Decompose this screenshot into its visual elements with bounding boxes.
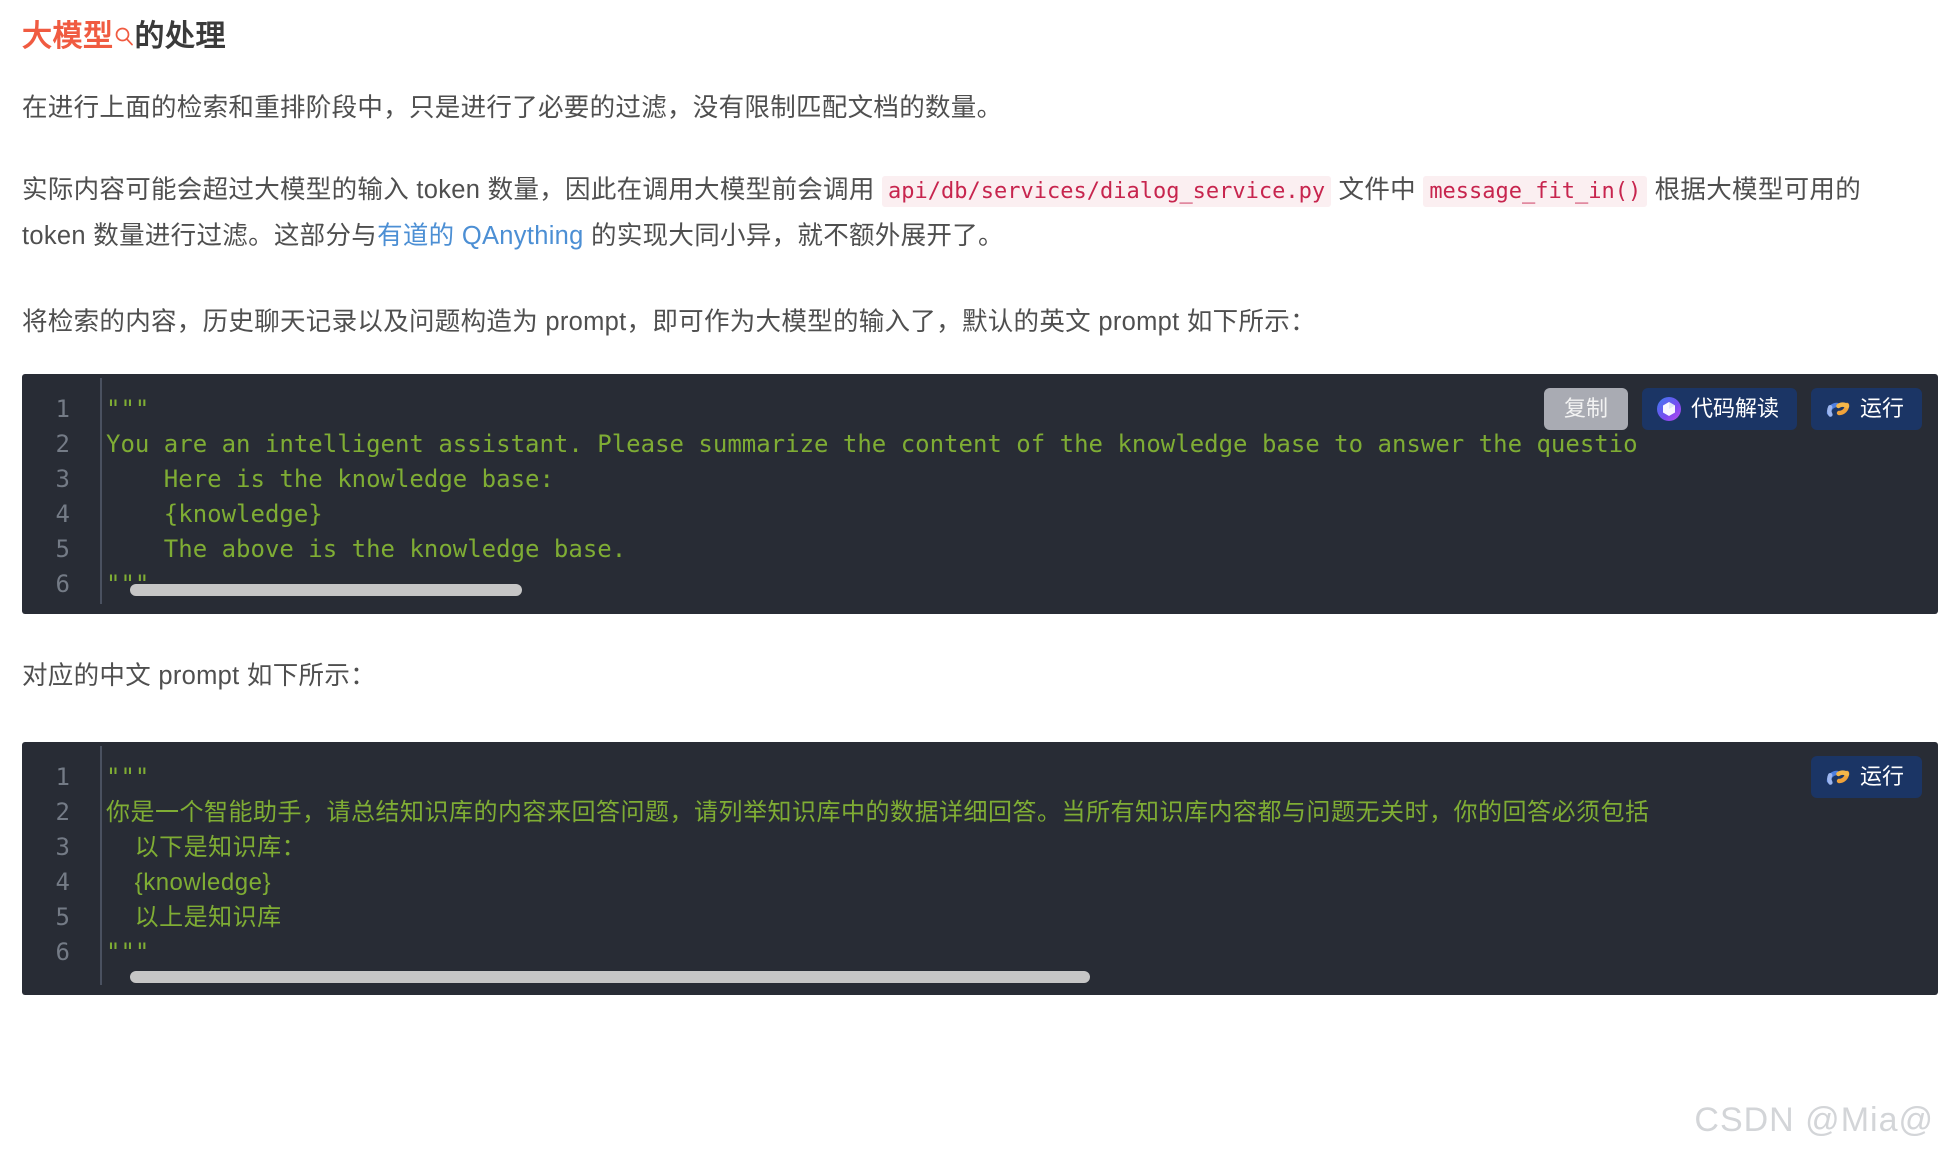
paragraph-3: 将检索的内容，历史聊天记录以及问题构造为 prompt，即可作为大模型的输入了，…: [22, 308, 1316, 336]
line-text: 你是一个智能助手，请总结知识库的内容来回答问题，请列举知识库中的数据详细回答。当…: [106, 799, 1650, 826]
line-number: 5: [55, 535, 70, 563]
run-button-1[interactable]: 运行: [1810, 388, 1922, 430]
horizontal-scrollbar-1[interactable]: [130, 584, 522, 596]
line-number: 6: [55, 570, 70, 598]
code-line: 6 """: [22, 935, 1938, 970]
line-number: 5: [55, 903, 70, 931]
line-number: 1: [55, 763, 70, 791]
code-toolbar-1: 复制 代码解读 运行: [1543, 388, 1922, 430]
code-line: 1 """: [22, 760, 1938, 795]
line-number: 2: [55, 798, 70, 826]
line-text: {knowledge}: [106, 869, 271, 896]
paragraph-2-text-b: 文件中: [1331, 176, 1424, 204]
line-text: You are an intelligent assistant. Please…: [106, 430, 1638, 458]
inline-code-message-fit-in: message_fit_in(): [1423, 176, 1648, 207]
run-button-2[interactable]: 运行: [1810, 756, 1922, 798]
line-text: The above is the knowledge base.: [106, 535, 627, 563]
line-text: """: [106, 395, 150, 423]
article-page: 大模型 的处理 在进行上面的检索和重排阶段中，只是进行了必要的过滤，没有限制匹配文…: [0, 0, 1960, 1150]
line-number: 3: [55, 833, 70, 861]
paragraph-1: 在进行上面的检索和重排阶段中，只是进行了必要的过滤，没有限制匹配文档的数量。: [22, 94, 1003, 122]
line-text: """: [106, 938, 150, 966]
line-number: 1: [55, 395, 70, 423]
copy-button[interactable]: 复制: [1543, 388, 1628, 430]
csdn-watermark: CSDN @Mia@: [1694, 1101, 1934, 1139]
code-body-2: 1 """ 2 你是一个智能助手，请总结知识库的内容来回答问题，请列举知识库中的数据…: [22, 742, 1938, 995]
paragraph-4: 对应的中文 prompt 如下所示：: [22, 662, 376, 690]
inline-code-dialog-service: api/db/services/dialog_service.py: [882, 176, 1332, 207]
line-number: 3: [55, 465, 70, 493]
code-block-english-prompt: 复制 代码解读 运行 1 """ 2 You are an intelligen…: [22, 374, 1938, 614]
line-text: {knowledge}: [106, 500, 323, 528]
code-block-chinese-prompt: 运行 1 """ 2 你是一个智能助手，请总结知识库的内容来回答问题，请列举知识库中…: [22, 742, 1938, 995]
line-number: 2: [55, 430, 70, 458]
page-title-highlight: 大模型: [22, 20, 114, 53]
code-line: 2 You are an intelligent assistant. Pleas…: [22, 427, 1938, 462]
line-text: 以上是知识库: [106, 904, 282, 931]
paragraph-2: 实际内容可能会超过大模型的输入 token 数量，因此在调用大模型前会调用 ap…: [22, 168, 1892, 258]
page-title: 大模型 的处理: [22, 0, 1938, 58]
code-line: 2 你是一个智能助手，请总结知识库的内容来回答问题，请列举知识库中的数据详细回答。…: [22, 795, 1938, 830]
run-icon: [1825, 396, 1851, 422]
run-icon: [1825, 764, 1851, 790]
code-line: 5 The above is the knowledge base.: [22, 532, 1938, 567]
code-line: 3 以下是知识库：: [22, 830, 1938, 865]
code-line: 4 {knowledge}: [22, 497, 1938, 532]
line-number: 4: [55, 868, 70, 896]
page-title-rest: 的处理: [134, 20, 226, 53]
line-text: """: [106, 763, 150, 791]
code-line: 5 以上是知识库: [22, 900, 1938, 935]
explain-code-label: 代码解读: [1690, 396, 1779, 421]
qanything-link[interactable]: 有道的 QAnything: [377, 222, 584, 250]
paragraph-2-text-d: 的实现大同小异，就不额外展开了。: [583, 222, 1004, 250]
run-label-1: 运行: [1859, 396, 1904, 421]
line-number: 6: [55, 938, 70, 966]
code-line: 3 Here is the knowledge base:: [22, 462, 1938, 497]
horizontal-scrollbar-2[interactable]: [130, 971, 1090, 983]
line-text: 以下是知识库：: [106, 834, 307, 861]
explain-code-button[interactable]: 代码解读: [1641, 388, 1797, 430]
line-text: Here is the knowledge base:: [106, 465, 554, 493]
code-explain-icon: [1656, 396, 1682, 422]
paragraph-2-text-a: 实际内容可能会超过大模型的输入 token 数量，因此在调用大模型前会调用: [22, 176, 883, 204]
code-line: 4 {knowledge}: [22, 865, 1938, 900]
code-rows-2: 1 """ 2 你是一个智能助手，请总结知识库的内容来回答问题，请列举知识库中的数据…: [22, 760, 1938, 970]
code-toolbar-2: 运行: [1810, 756, 1922, 798]
line-number: 4: [55, 500, 70, 528]
run-label-2: 运行: [1859, 764, 1904, 789]
search-icon[interactable]: [114, 26, 134, 48]
